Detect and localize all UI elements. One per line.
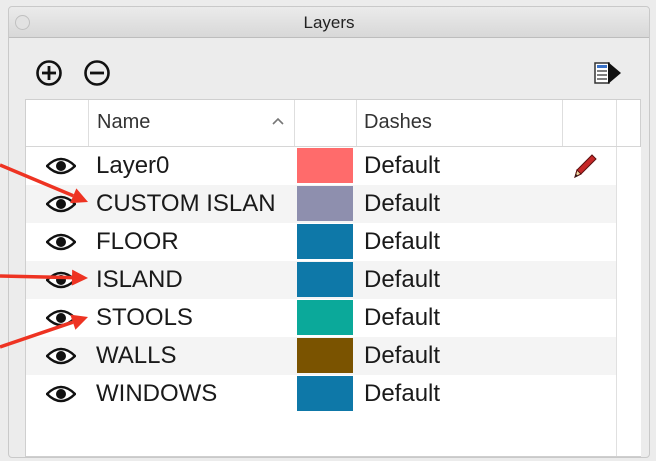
color-column-header[interactable] — [294, 100, 357, 146]
dashes-column-label: Dashes — [364, 111, 432, 133]
active-column-header[interactable] — [562, 100, 617, 146]
layer-name[interactable]: WINDOWS — [96, 380, 296, 408]
layer-color-swatch[interactable] — [297, 262, 353, 297]
layer-rows: Layer0 Default CUSTOM ISLAN Default FLOOR D… — [26, 147, 616, 413]
sort-ascending-icon[interactable] — [272, 117, 284, 125]
layer-dashes[interactable]: Default — [364, 266, 440, 294]
table-row[interactable]: STOOLS Default — [26, 299, 616, 337]
table-header: Name Dashes — [26, 100, 640, 147]
layer-name[interactable]: CUSTOM ISLAN — [96, 190, 296, 218]
layer-dashes[interactable]: Default — [364, 190, 440, 218]
header-spacer — [616, 100, 639, 146]
eye-icon[interactable] — [45, 385, 77, 403]
window-title: Layers — [303, 13, 355, 32]
layer-color-swatch[interactable] — [297, 148, 353, 183]
table-row[interactable]: CUSTOM ISLAN Default — [26, 185, 616, 223]
title-bar[interactable]: Layers — [9, 7, 649, 38]
plus-circle-icon[interactable] — [35, 59, 63, 87]
name-column-header[interactable]: Name — [88, 100, 295, 146]
layer-color-swatch[interactable] — [297, 186, 353, 221]
layer-color-swatch[interactable] — [297, 338, 353, 373]
layers-window: Layers Name Dashes Layer0 Default CUSTOM… — [8, 6, 650, 458]
layer-name[interactable]: STOOLS — [96, 304, 296, 332]
table-row[interactable]: WALLS Default — [26, 337, 616, 375]
layer-color-swatch[interactable] — [297, 376, 353, 411]
layer-name[interactable]: Layer0 — [96, 152, 296, 180]
dashes-column-header[interactable]: Dashes — [356, 100, 563, 146]
layer-dashes[interactable]: Default — [364, 342, 440, 370]
layer-name[interactable]: WALLS — [96, 342, 296, 370]
visibility-column-header[interactable] — [26, 100, 89, 146]
details-arrow-icon[interactable] — [593, 59, 623, 87]
layer-dashes[interactable]: Default — [364, 304, 440, 332]
eye-icon[interactable] — [45, 157, 77, 175]
eye-icon[interactable] — [45, 271, 77, 289]
layer-name[interactable]: ISLAND — [96, 266, 296, 294]
scrollbar-track[interactable] — [616, 147, 641, 456]
table-row[interactable]: WINDOWS Default — [26, 375, 616, 413]
layer-dashes[interactable]: Default — [364, 152, 440, 180]
eye-icon[interactable] — [45, 309, 77, 327]
table-row[interactable]: FLOOR Default — [26, 223, 616, 261]
table-row[interactable]: Layer0 Default — [26, 147, 616, 185]
minus-circle-icon[interactable] — [83, 59, 111, 87]
layer-dashes[interactable]: Default — [364, 380, 440, 408]
name-column-label: Name — [97, 111, 151, 133]
layers-table: Name Dashes Layer0 Default CUSTOM ISLAN De… — [25, 99, 641, 457]
eye-icon[interactable] — [45, 347, 77, 365]
layer-name[interactable]: FLOOR — [96, 228, 296, 256]
active-layer-pencil-icon[interactable] — [571, 151, 599, 181]
layer-color-swatch[interactable] — [297, 300, 353, 335]
eye-icon[interactable] — [45, 195, 77, 213]
table-row[interactable]: ISLAND Default — [26, 261, 616, 299]
layer-color-swatch[interactable] — [297, 224, 353, 259]
layer-dashes[interactable]: Default — [364, 228, 440, 256]
eye-icon[interactable] — [45, 233, 77, 251]
